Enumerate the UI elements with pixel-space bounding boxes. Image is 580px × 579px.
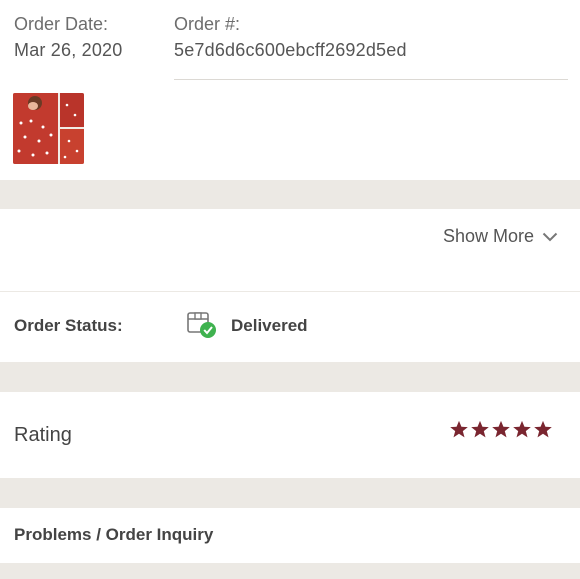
order-info-card: Order Date: Mar 26, 2020 Order #: 5e7d6d… (0, 0, 580, 180)
star-icon[interactable] (449, 420, 469, 438)
delivered-box-check-icon (186, 309, 220, 344)
problems-card[interactable]: Problems / Order Inquiry (0, 508, 580, 563)
order-status-value: Delivered (231, 316, 308, 335)
star-icon[interactable] (491, 420, 511, 438)
problems-order-inquiry-link[interactable]: Problems / Order Inquiry (14, 525, 213, 545)
order-status-label: Order Status: (14, 316, 123, 335)
order-status-card: Order Status: Delivered (0, 292, 580, 362)
show-more-button[interactable]: Show More (443, 226, 558, 247)
red-floral-dress-thumbnail-icon (13, 93, 84, 164)
order-date-value: Mar 26, 2020 (14, 40, 123, 60)
star-icon[interactable] (533, 420, 553, 438)
star-icon[interactable] (512, 420, 532, 438)
order-item-thumbnail[interactable] (13, 93, 84, 164)
star-icon[interactable] (470, 420, 490, 438)
order-number-value: 5e7d6d6c600ebcff2692d5ed (174, 40, 407, 60)
chevron-down-icon (542, 232, 558, 241)
divider (174, 79, 568, 80)
order-number-label: Order #: (174, 14, 241, 34)
order-date-label: Order Date: (14, 14, 109, 34)
show-more-label: Show More (442, 226, 534, 246)
details-card: Show More (0, 209, 580, 291)
rating-label: Rating (14, 424, 72, 446)
star-rating[interactable] (449, 420, 553, 438)
rating-card: Rating (0, 392, 580, 478)
